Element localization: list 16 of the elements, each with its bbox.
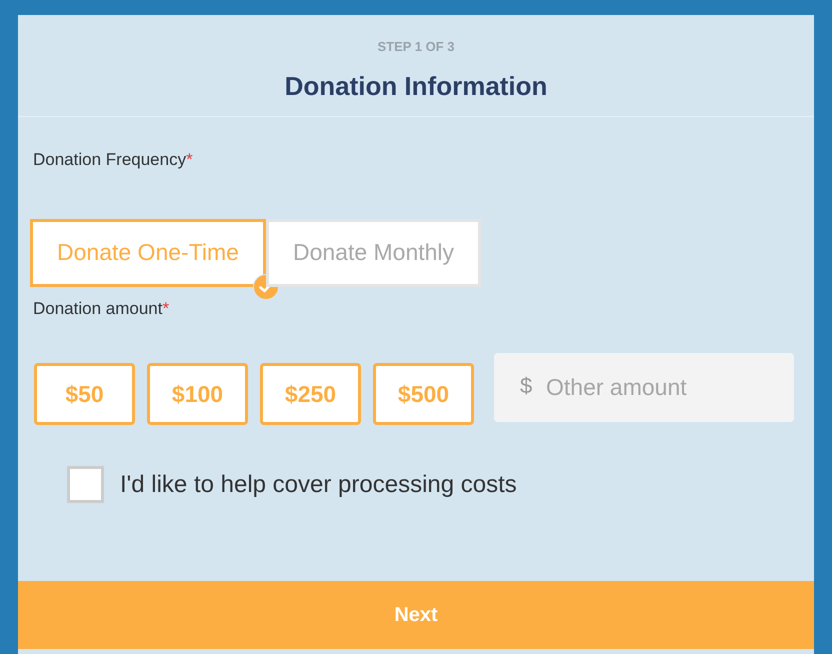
amount-option[interactable]: $100	[147, 363, 248, 425]
currency-prefix: $	[520, 373, 532, 399]
required-mark: *	[186, 149, 193, 171]
field-label: Donation Frequency	[33, 149, 186, 171]
checkbox-label: I'd like to help cover processing costs	[120, 470, 517, 500]
frequency-option[interactable]: Donate Monthly	[266, 218, 482, 286]
checkbox[interactable]	[67, 466, 104, 503]
amount-option[interactable]: $500	[373, 363, 474, 425]
required-mark: *	[162, 298, 170, 320]
amount-option[interactable]: $50	[34, 363, 135, 425]
form-title: Donation Information	[284, 70, 548, 102]
amount-option[interactable]: $250	[260, 363, 361, 425]
next-button[interactable]: Next	[18, 581, 814, 649]
frequency-option[interactable]: Donate One-Time	[30, 218, 266, 286]
field-label: Donation amount	[33, 298, 162, 320]
step-indicator: STEP 1 OF 3	[377, 38, 455, 56]
